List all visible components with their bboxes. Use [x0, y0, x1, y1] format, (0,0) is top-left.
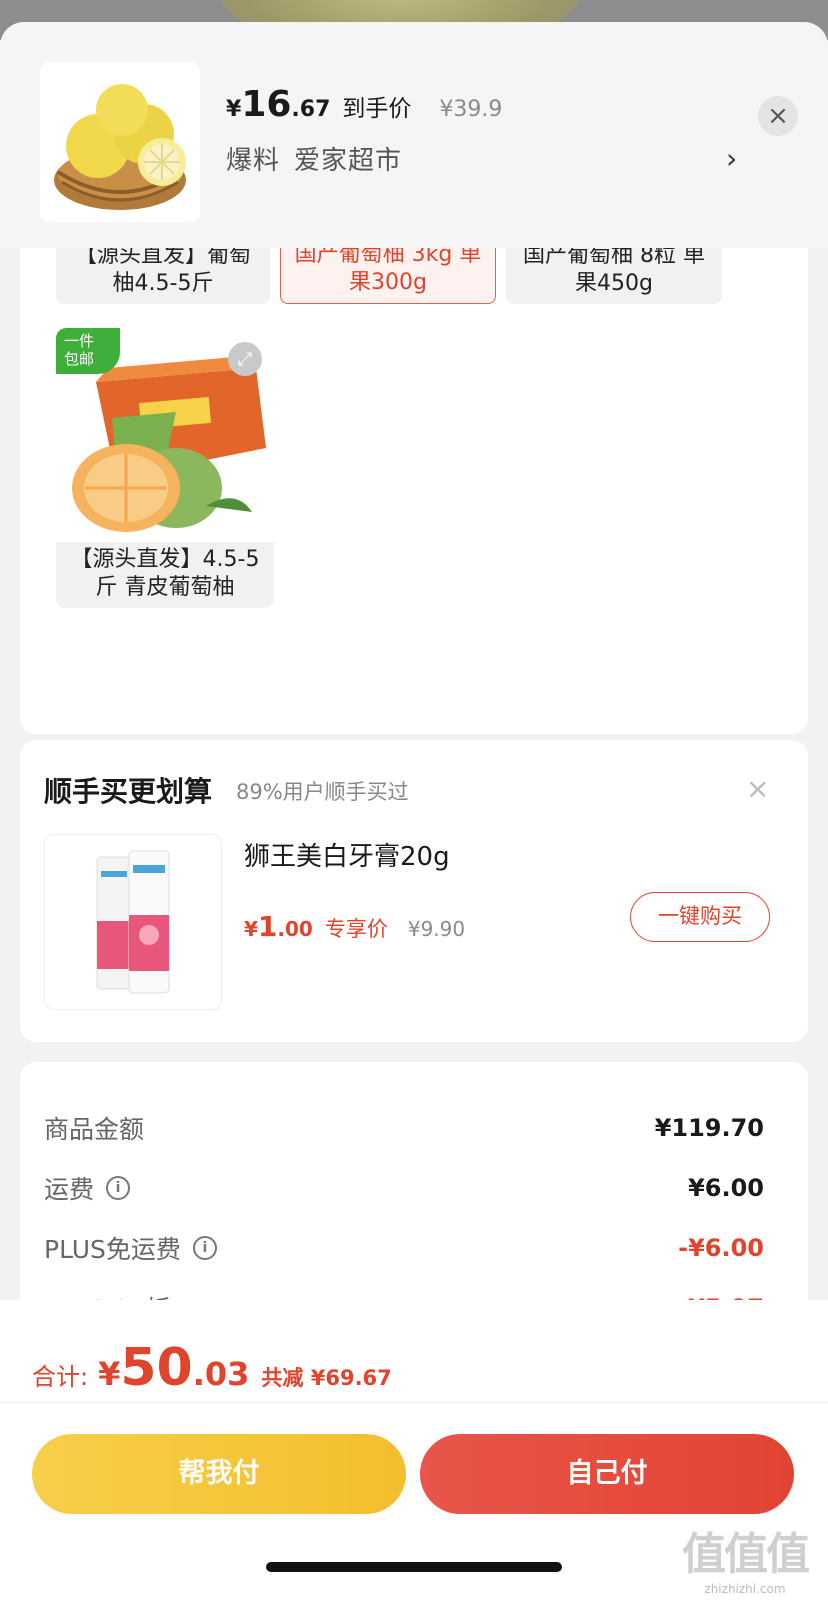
option-label: 【源头直发】4.5-5 斤 青皮葡萄柚 [70, 547, 260, 600]
self-pay-button[interactable]: 自己付 [420, 1434, 794, 1514]
addon-title: 顺手买更划算 [44, 775, 213, 808]
shop-name: 爱家超市 [294, 146, 403, 176]
fee-label: 运费 i [44, 1170, 131, 1206]
option-label: 果450g [575, 271, 653, 296]
option-3[interactable]: 一件 包邮 ⤢ 【源头直发】4.5-5 斤 青皮葡萄柚 [56, 328, 274, 608]
watermark-site: zhizhizhi.com [704, 1582, 786, 1596]
addon-price-tag: 专享价 [324, 917, 388, 941]
price-tag: 到手价 [342, 96, 412, 122]
addon-price-integer: 1 [257, 910, 278, 943]
fee-row: PLUS免运费 i -¥6.00 [44, 1230, 764, 1266]
option-1-selected[interactable]: 国产葡萄柚 3kg 单果300g [280, 240, 496, 304]
fee-row: 运费 i ¥6.00 [44, 1170, 764, 1206]
addon-subtitle: 89%用户顺手买过 [236, 780, 409, 804]
fee-row: 商品金额 ¥119.70 [44, 1110, 764, 1146]
close-button[interactable]: × [758, 96, 798, 136]
option-0[interactable]: 【源头直发】葡萄 柚4.5-5斤 [56, 240, 270, 304]
info-icon[interactable]: i [192, 1236, 217, 1260]
option-2[interactable]: 国产葡萄柚 8粒 单果450g [506, 240, 722, 304]
total-saved: 共减 ¥69.67 [261, 1366, 392, 1390]
one-click-buy-button[interactable]: 一键购买 [630, 892, 770, 942]
addon-product-name[interactable]: 狮王美白牙膏20g [244, 836, 450, 873]
home-indicator[interactable] [266, 1562, 562, 1572]
addon-price-decimal: .00 [277, 917, 313, 941]
addon-card: 顺手买更划算 89%用户顺手买过 × 狮王美白牙膏20g ¥ 1 .00 专享价… [20, 740, 808, 1042]
price-row: ¥ 16 .67 到手价 ¥39.9 [226, 84, 502, 125]
divider [0, 1402, 828, 1403]
addon-original-price: ¥9.90 [407, 917, 466, 941]
expand-icon[interactable]: ⤢ [228, 342, 262, 376]
addon-product-image [44, 834, 222, 1010]
option-label: 果300g [349, 270, 427, 295]
total-row: 合计: ¥ 50 .03 共减 ¥69.67 [32, 1338, 392, 1398]
price-decimal: .67 [291, 97, 331, 122]
price-integer: 16 [241, 84, 292, 125]
info-icon[interactable]: i [106, 1176, 131, 1200]
product-header: ¥ 16 .67 到手价 ¥39.9 爆料 爱家超市 › × [0, 22, 828, 248]
fee-value: ¥119.70 [654, 1114, 764, 1142]
product-thumbnail [40, 62, 200, 222]
fee-label: 商品金额 [44, 1115, 145, 1144]
total-decimal: .03 [192, 1355, 250, 1393]
chevron-right-icon[interactable]: › [726, 142, 737, 175]
checkout-sheet: ¥ 16 .67 到手价 ¥39.9 爆料 爱家超市 › × 【源头直发】葡萄 柚4… [0, 22, 828, 1601]
total-integer: 50 [120, 1338, 193, 1398]
addon-price-row: ¥ 1 .00 专享价 ¥9.90 [244, 910, 465, 943]
watermark-logo: 值值值 [682, 1529, 810, 1580]
fee-value: -¥6.00 [678, 1234, 764, 1262]
shop-row[interactable]: 爆料 爱家超市 [226, 140, 402, 177]
addon-price-symbol: ¥ [244, 917, 258, 941]
price-symbol: ¥ [226, 97, 242, 122]
help-pay-button[interactable]: 帮我付 [32, 1434, 406, 1514]
total-symbol: ¥ [98, 1355, 121, 1393]
total-label: 合计: [32, 1363, 89, 1391]
option-label: 柚4.5-5斤 [112, 271, 214, 296]
fee-label: PLUS免运费 i [44, 1230, 217, 1266]
deal-tag: 爆料 [226, 146, 281, 176]
fee-value: ¥6.00 [688, 1174, 764, 1202]
watermark: 值值值 zhizhizhi.com [682, 1518, 810, 1596]
addon-close-icon[interactable]: × [746, 772, 769, 805]
original-price: ¥39.9 [439, 97, 503, 122]
free-shipping-badge: 一件 包邮 [56, 328, 120, 374]
